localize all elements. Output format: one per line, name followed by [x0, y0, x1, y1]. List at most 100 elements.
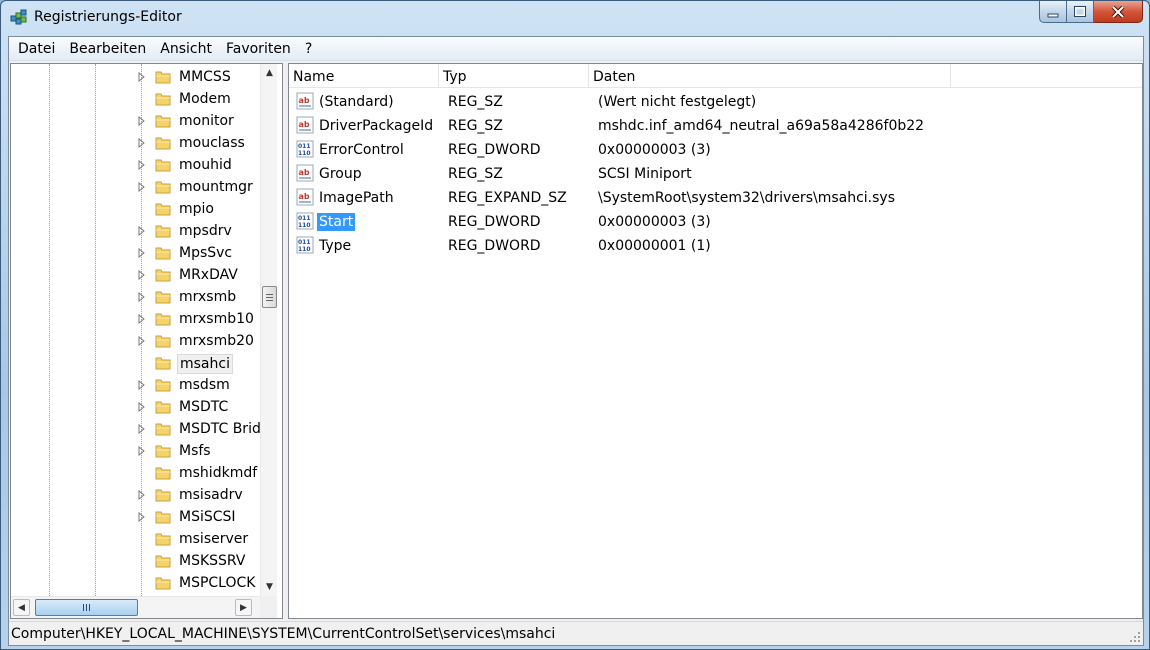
tree-item[interactable]: mountmgr — [11, 176, 259, 198]
expand-arrow-icon[interactable] — [137, 490, 147, 500]
menu-favoriten[interactable]: Favoriten — [219, 38, 298, 60]
menu-ansicht[interactable]: Ansicht — [153, 38, 219, 60]
folder-icon — [155, 313, 171, 326]
expand-arrow-icon[interactable] — [137, 380, 147, 390]
tree-item[interactable]: msahci — [11, 352, 259, 374]
tree-item[interactable]: mouhid — [11, 154, 259, 176]
expand-arrow-icon[interactable] — [137, 270, 147, 280]
tree-item[interactable]: msiserver — [11, 528, 259, 550]
folder-icon — [155, 489, 171, 502]
expand-arrow-icon[interactable] — [137, 160, 147, 170]
tree-item[interactable]: Modem — [11, 88, 259, 110]
expand-arrow-icon[interactable] — [137, 226, 147, 236]
tree-item-label: MMCSS — [179, 69, 231, 85]
close-button[interactable] — [1094, 1, 1143, 23]
scroll-right-icon[interactable]: ▶ — [235, 599, 252, 616]
expand-arrow-icon[interactable] — [137, 182, 147, 192]
tree-item-label: mouhid — [179, 157, 232, 173]
column-header-name[interactable]: Name — [289, 64, 439, 88]
horizontal-scroll-thumb[interactable] — [35, 599, 138, 616]
expand-arrow-icon[interactable] — [137, 336, 147, 346]
tree-item[interactable]: msdsm — [11, 374, 259, 396]
expand-arrow-icon[interactable] — [137, 446, 147, 456]
value-row[interactable]: ab (Standard) REG_SZ (Wert nicht festgelegt… — [289, 89, 1142, 113]
tree-item[interactable]: mrxsmb — [11, 286, 259, 308]
value-name: Group — [319, 166, 362, 182]
key-tree[interactable]: MMCSS Modem monitor mouclass mouhid mountmgr m… — [10, 63, 283, 619]
string-value-icon: ab — [296, 164, 314, 182]
string-value-icon: ab — [296, 116, 314, 134]
menu-bearbeiten[interactable]: Bearbeiten — [62, 38, 153, 60]
column-header-data[interactable]: Daten — [589, 64, 951, 88]
folder-icon — [155, 225, 171, 238]
tree-item[interactable]: mouclass — [11, 132, 259, 154]
scroll-left-icon[interactable]: ◀ — [13, 599, 30, 616]
scroll-down-icon[interactable]: ▼ — [261, 578, 278, 595]
expand-arrow-icon[interactable] — [137, 424, 147, 434]
value-name: ImagePath — [319, 190, 394, 206]
tree-item[interactable]: MSPCLOCK — [11, 572, 259, 594]
folder-icon — [155, 115, 171, 128]
status-path: Computer\HKEY_LOCAL_MACHINE\SYSTEM\Curre… — [11, 626, 556, 642]
values-list[interactable]: Name Typ Daten ab (Standard) REG_SZ (Wert n… — [288, 63, 1143, 619]
tree-item[interactable]: mrxsmb20 — [11, 330, 259, 352]
menu-datei[interactable]: Datei — [11, 38, 62, 60]
folder-icon — [155, 467, 171, 480]
tree-vertical-scrollbar[interactable]: ▲ ▼ — [260, 64, 277, 596]
tree-item-label: monitor — [179, 113, 234, 129]
column-header-type[interactable]: Typ — [439, 64, 589, 88]
registry-editor-window: Registrierungs-Editor Datei Bearbeiten A… — [0, 0, 1150, 650]
tree-item-label: MSKSSRV — [179, 553, 246, 569]
folder-icon — [155, 335, 171, 348]
resize-grip-icon[interactable] — [1129, 631, 1141, 643]
value-row[interactable]: 011 110 Type REG_DWORD 0x00000001 (1) — [289, 233, 1142, 257]
tree-item[interactable]: Msfs — [11, 440, 259, 462]
tree-item[interactable]: mpsdrv — [11, 220, 259, 242]
expand-arrow-icon[interactable] — [137, 402, 147, 412]
value-name: (Standard) — [319, 94, 394, 110]
tree-item-label: MpsSvc — [179, 245, 233, 261]
value-row[interactable]: 011 110 ErrorControl REG_DWORD 0x00000003 (3… — [289, 137, 1142, 161]
tree-item[interactable]: MpsSvc — [11, 242, 259, 264]
minimize-button[interactable] — [1039, 1, 1067, 23]
tree-item[interactable]: msisadrv — [11, 484, 259, 506]
tree-item[interactable]: mrxsmb10 — [11, 308, 259, 330]
expand-arrow-icon[interactable] — [137, 314, 147, 324]
tree-horizontal-scrollbar[interactable]: ◀ ▶ — [11, 596, 260, 618]
tree-item[interactable]: MRxDAV — [11, 264, 259, 286]
value-data: 0x00000003 (3) — [598, 142, 711, 158]
value-row[interactable]: 011 110 Start REG_DWORD 0x00000003 (3) — [289, 209, 1142, 233]
string-value-icon: ab — [296, 92, 314, 110]
value-type: REG_DWORD — [448, 238, 541, 254]
value-row[interactable]: ab ImagePath REG_EXPAND_SZ \SystemRoot\syst… — [289, 185, 1142, 209]
title-bar[interactable]: Registrierungs-Editor — [1, 1, 1149, 35]
vertical-scroll-thumb[interactable] — [262, 286, 277, 308]
tree-item[interactable]: MSDTC — [11, 396, 259, 418]
folder-icon — [155, 137, 171, 150]
maximize-button[interactable] — [1067, 1, 1094, 23]
svg-text:ab: ab — [299, 120, 310, 129]
tree-item[interactable]: MSKSSRV — [11, 550, 259, 572]
expand-arrow-icon[interactable] — [137, 138, 147, 148]
tree-list: MMCSS Modem monitor mouclass mouhid mountmgr m… — [11, 64, 261, 596]
expand-arrow-icon[interactable] — [137, 72, 147, 82]
expand-arrow-icon[interactable] — [137, 116, 147, 126]
expand-arrow-icon[interactable] — [137, 512, 147, 522]
tree-item[interactable]: mpio — [11, 198, 259, 220]
svg-text:011: 011 — [298, 143, 311, 150]
tree-item[interactable]: mshidkmdf — [11, 462, 259, 484]
expand-arrow-icon[interactable] — [137, 248, 147, 258]
value-row[interactable]: ab DriverPackageId REG_SZ mshdc.inf_amd64_n… — [289, 113, 1142, 137]
menu-bar: Datei Bearbeiten Ansicht Favoriten ? — [9, 37, 1143, 61]
menu-help[interactable]: ? — [298, 38, 319, 60]
value-row[interactable]: ab Group REG_SZ SCSI Miniport — [289, 161, 1142, 185]
folder-icon — [155, 379, 171, 392]
expand-arrow-icon[interactable] — [137, 292, 147, 302]
tree-item[interactable]: monitor — [11, 110, 259, 132]
tree-item[interactable]: MSiSCSI — [11, 506, 259, 528]
tree-item[interactable]: MMCSS — [11, 66, 259, 88]
folder-icon — [155, 291, 171, 304]
folder-icon — [155, 511, 171, 524]
scroll-up-icon[interactable]: ▲ — [261, 64, 278, 81]
tree-item[interactable]: MSDTC Brid — [11, 418, 261, 440]
